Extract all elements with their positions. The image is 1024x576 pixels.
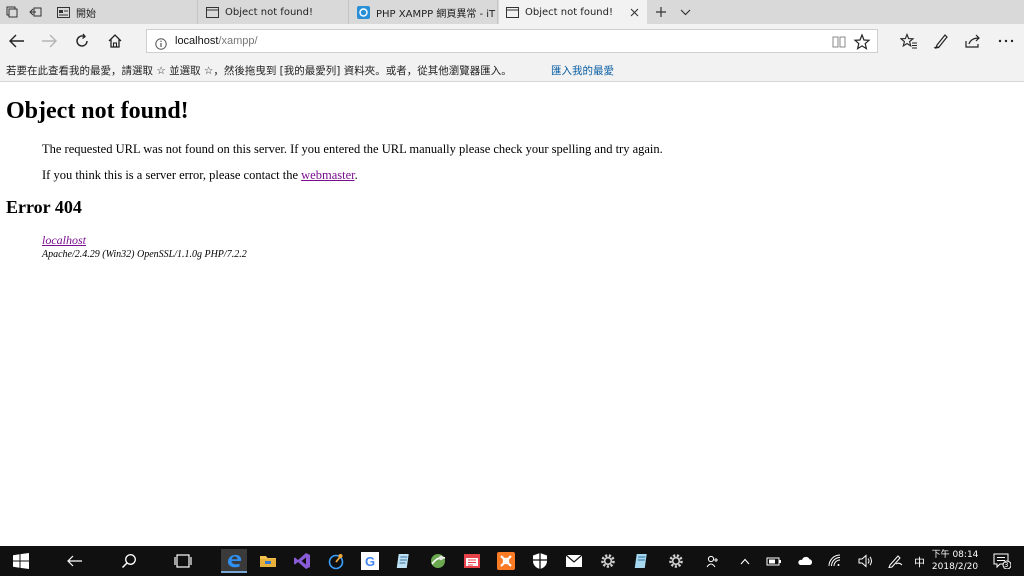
clock-date: 2018/2/20 bbox=[931, 562, 979, 572]
clock[interactable]: 下午 08:14 2018/2/20 bbox=[930, 549, 980, 573]
navigation-bar: localhost/xampp/ bbox=[0, 24, 1024, 58]
webmaster-link[interactable]: webmaster bbox=[301, 168, 354, 182]
battery-icon[interactable] bbox=[766, 553, 782, 569]
clock-time: 下午 08:14 bbox=[931, 550, 979, 560]
chevron-up-icon[interactable] bbox=[737, 553, 753, 569]
volume-icon[interactable] bbox=[858, 553, 874, 569]
shield-app-icon[interactable] bbox=[527, 549, 553, 573]
input-method-indicator[interactable]: 中 bbox=[914, 554, 925, 570]
taskbar: G 中 下午 08:14 2018/2/20 3 bbox=[0, 546, 1024, 576]
mail-icon[interactable] bbox=[561, 549, 587, 573]
file-explorer-icon[interactable] bbox=[255, 549, 281, 573]
tab-start[interactable]: 開始 bbox=[50, 0, 198, 24]
contact-paragraph: If you think this is a server error, ple… bbox=[42, 168, 358, 183]
onedrive-cloud-icon[interactable] bbox=[797, 553, 813, 569]
home-icon[interactable] bbox=[104, 30, 126, 52]
visual-studio-icon[interactable] bbox=[289, 549, 315, 573]
refresh-icon[interactable] bbox=[71, 30, 93, 52]
tab-preview-icon[interactable] bbox=[3, 3, 21, 21]
page-icon bbox=[205, 5, 219, 19]
chrome-icon[interactable]: G bbox=[357, 549, 383, 573]
people-icon[interactable] bbox=[705, 553, 721, 569]
settings-icon[interactable] bbox=[663, 549, 689, 573]
notification-center-icon[interactable]: 3 bbox=[992, 553, 1012, 569]
localhost-link[interactable]: localhost bbox=[42, 233, 86, 247]
server-address: localhost bbox=[42, 233, 86, 248]
settings-icon[interactable] bbox=[595, 549, 621, 573]
app-icon[interactable] bbox=[323, 549, 349, 573]
svg-text:G: G bbox=[365, 554, 375, 569]
tab-list-chevron-down-icon[interactable] bbox=[676, 3, 694, 21]
calendar-app-icon[interactable] bbox=[459, 549, 485, 573]
edge-icon[interactable] bbox=[221, 549, 247, 573]
error-description: The requested URL was not found on this … bbox=[42, 142, 663, 156]
forward-icon bbox=[38, 30, 60, 52]
contact-text: If you think this is a server error, ple… bbox=[42, 168, 302, 182]
start-icon[interactable] bbox=[8, 549, 34, 573]
page-content: Object not found! The requested URL was … bbox=[0, 83, 1024, 545]
tab-object-not-found-active[interactable]: Object not found! bbox=[499, 0, 647, 24]
address-text[interactable]: localhost/xampp/ bbox=[175, 35, 258, 47]
favorites-bar-message: 若要在此查看我的最愛，請選取 ☆ 並選取 ☆，然後拖曳到 [我的最愛列] 資料夾… bbox=[6, 65, 512, 77]
set-tabs-aside-icon[interactable] bbox=[26, 3, 44, 21]
error-code-heading: Error 404 bbox=[6, 197, 82, 217]
more-menu-icon[interactable] bbox=[995, 30, 1017, 52]
back-icon[interactable] bbox=[6, 30, 28, 52]
editor-icon[interactable] bbox=[629, 549, 655, 573]
notepad-icon[interactable] bbox=[391, 549, 417, 573]
tab-title: PHP XAMPP 網頁異常 - iT 邦 bbox=[376, 8, 497, 20]
search-icon[interactable] bbox=[116, 549, 142, 573]
page-title: Object not found! bbox=[6, 98, 189, 124]
task-view-icon[interactable] bbox=[170, 549, 196, 573]
pen-workspace-icon[interactable] bbox=[887, 553, 903, 569]
favorites-bar: 若要在此查看我的最愛，請選取 ☆ 並選取 ☆，然後拖曳到 [我的最愛列] 資料夾… bbox=[0, 58, 1024, 82]
xampp-icon[interactable] bbox=[493, 549, 519, 573]
url-path: /xampp/ bbox=[218, 35, 258, 47]
reading-view-icon[interactable] bbox=[831, 34, 847, 50]
wifi-icon[interactable] bbox=[828, 553, 844, 569]
url-host: localhost bbox=[175, 35, 219, 47]
server-signature: Apache/2.4.29 (Win32) OpenSSL/1.1.0g PHP… bbox=[42, 249, 247, 260]
tab-php-xampp[interactable]: PHP XAMPP 網頁異常 - iT 邦 bbox=[350, 0, 498, 24]
favorites-hub-icon[interactable] bbox=[898, 30, 920, 52]
close-tab-icon[interactable] bbox=[627, 5, 641, 19]
start-page-icon bbox=[56, 5, 70, 19]
web-note-pen-icon[interactable] bbox=[930, 30, 952, 52]
share-icon[interactable] bbox=[962, 30, 984, 52]
import-favorites-link[interactable]: 匯入我的最愛 bbox=[551, 63, 614, 78]
tab-title: Object not found! bbox=[225, 6, 313, 18]
app-icon[interactable] bbox=[425, 549, 451, 573]
tab-title: 開始 bbox=[76, 8, 96, 20]
tab-strip: 開始 Object not found! PHP XAMPP 網頁異常 - iT… bbox=[0, 0, 1024, 24]
site-info-icon[interactable] bbox=[155, 35, 167, 50]
tab-object-not-found-1[interactable]: Object not found! bbox=[199, 0, 349, 24]
ithome-icon bbox=[356, 5, 370, 19]
address-bar[interactable]: localhost/xampp/ bbox=[146, 29, 878, 53]
page-icon bbox=[505, 5, 519, 19]
contact-suffix: . bbox=[354, 168, 358, 182]
add-favorite-star-icon[interactable] bbox=[853, 33, 871, 51]
notification-count: 3 bbox=[1004, 561, 1009, 569]
back-icon[interactable] bbox=[62, 549, 88, 573]
tab-title: Object not found! bbox=[525, 6, 613, 18]
new-tab-icon[interactable] bbox=[652, 3, 670, 21]
